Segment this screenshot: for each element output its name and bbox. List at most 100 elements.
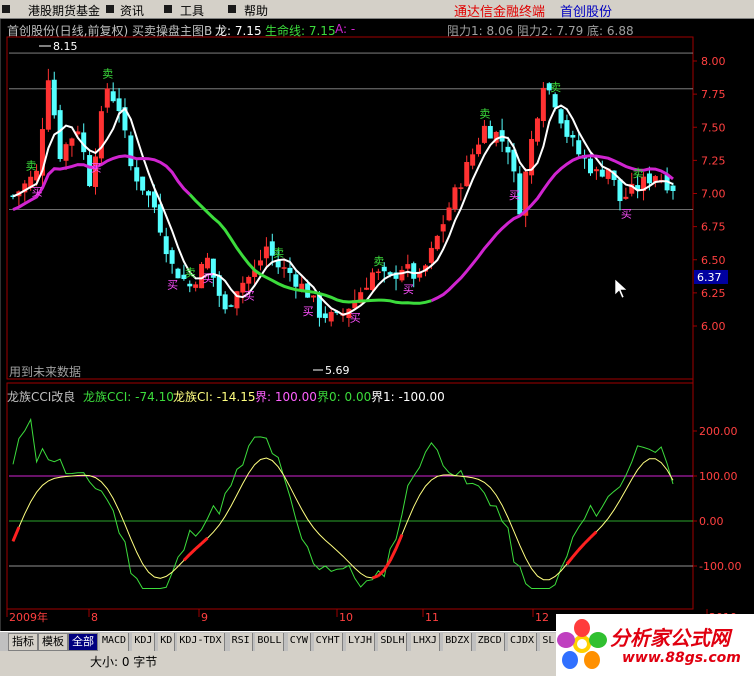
time-axis-label: 10 (339, 611, 353, 624)
sub-chart-title: 龙族CCI改良 (7, 390, 76, 404)
indicator-tab-zbcd[interactable]: ZBCD (475, 633, 505, 651)
boundary-0-value: 界0: 0.00 (317, 390, 372, 404)
candle-body (428, 247, 434, 263)
ci-rising-segment (188, 547, 197, 556)
indicator-tab-macd[interactable]: MACD (100, 633, 130, 651)
boundary-100-value: 界: 100.00 (255, 390, 317, 404)
buy-marker: 买 (350, 312, 361, 325)
ci-rising-segment (583, 536, 592, 545)
candle-body (505, 146, 511, 153)
candle-body (446, 207, 452, 221)
candle-body (163, 236, 169, 255)
candle-body (175, 268, 181, 279)
time-axis-label: 2009年 (9, 610, 48, 624)
promo-text: 通达信金融终端 (454, 5, 546, 20)
candle-body (140, 176, 146, 191)
ci-rising-segment (577, 542, 586, 551)
sell-marker: 卖 (550, 81, 561, 94)
candle-body (204, 257, 210, 269)
menu-item-help[interactable]: 帮助 (244, 2, 268, 19)
flower-logo-icon (557, 619, 607, 669)
tab-template[interactable]: 模板 (38, 633, 68, 651)
candle-body (69, 138, 75, 146)
indicator-tab-boll[interactable]: BOLL (255, 633, 285, 651)
kline-chart-svg[interactable]: 8.00 7.75 7.50 7.25 7.00 6.75 6.50 6.25 6.00 6.37… (1, 19, 754, 631)
buy-marker: 买 (621, 208, 632, 221)
price-tick-label: 6.25 (701, 287, 726, 300)
candle-body (534, 118, 540, 142)
candle-body (599, 169, 605, 177)
menu-item-futures[interactable]: 港股期货基金 (28, 2, 100, 19)
buy-marker: 买 (244, 289, 255, 302)
buy-marker: 买 (509, 189, 520, 202)
sell-marker: 卖 (185, 266, 196, 279)
candle-body (246, 276, 252, 284)
sub-panel-border (6, 382, 694, 610)
price-tick-label: 6.00 (701, 320, 726, 333)
candle-body (287, 267, 293, 273)
candle-body (570, 135, 576, 138)
candle-body (187, 283, 193, 287)
buy-marker: 买 (303, 305, 314, 318)
candle-body (228, 305, 234, 307)
candle-body (588, 158, 593, 174)
candle-body (51, 79, 57, 116)
indicator-tab-kd[interactable]: KD (158, 633, 176, 651)
candle-body (63, 144, 69, 161)
candle-body (116, 98, 122, 112)
mouse-cursor-icon (614, 278, 628, 299)
indicator-tab-cjdx[interactable]: CJDX (508, 633, 538, 651)
logo-name: 分析家公式网 (610, 626, 730, 650)
candle-body (458, 187, 464, 189)
candle-body (293, 274, 299, 287)
candle-body (169, 250, 175, 264)
cci-tick-label: 200.00 (699, 425, 738, 438)
candle-body (593, 169, 599, 172)
candle-body (440, 224, 446, 232)
indicator-tab-cyht[interactable]: CYHT (313, 633, 343, 651)
indicator-tab-kdj[interactable]: KDJ (132, 633, 156, 651)
candle-body (258, 260, 263, 266)
indicator-tab-sdlh[interactable]: SDLH (378, 633, 408, 651)
indicator-tab-kdj-tdx[interactable]: KDJ-TDX (177, 633, 225, 651)
indicator-tab-rsi[interactable]: RSI (229, 633, 253, 651)
logo-url: www.88gs.com (622, 650, 741, 666)
indicator-tab-bdzx[interactable]: BDZX (443, 633, 473, 651)
candle-body (311, 295, 317, 298)
current-price-label: 6.37 (697, 271, 722, 284)
candle-body (646, 173, 652, 184)
chart-frame[interactable]: 8.00 7.75 7.50 7.25 7.00 6.75 6.50 6.25 6.00 6.37… (0, 19, 754, 631)
candle-body (558, 109, 564, 124)
candle-body (157, 204, 163, 233)
resistance-values: 阻力1: 8.06 阻力2: 7.79 底: 6.88 (447, 24, 634, 38)
tab-all[interactable]: 全部 (68, 633, 98, 651)
candle-body (481, 125, 487, 143)
ci-value: 龙族CI: -14.15 (173, 390, 256, 404)
site-logo: 分析家公式网 www.88gs.com (556, 614, 754, 676)
ci-rising-segment (571, 548, 580, 558)
menu-item-news[interactable]: 资讯 (120, 2, 144, 19)
low-price-label: 5.69 (325, 364, 350, 377)
buy-marker: 买 (403, 283, 414, 296)
candle-body (375, 271, 381, 274)
indicator-tab-lhxj[interactable]: LHXJ (410, 633, 440, 651)
lifeline-value: 生命线: 7.15 (265, 24, 336, 38)
candle-body (405, 264, 411, 269)
high-price-label: 8.15 (53, 40, 78, 53)
indicator-tab-sl[interactable]: SL (540, 633, 558, 651)
boundary-neg100-value: 界1: -100.00 (371, 390, 445, 404)
menu-bar: 港股期货基金 资讯 工具 帮助 通达信金融终端 首创股份 (0, 0, 754, 20)
tab-indicator[interactable]: 指标 (8, 633, 38, 651)
buy-marker: 买 (91, 161, 102, 174)
future-data-label: 用到未来数据 (9, 365, 82, 379)
indicator-tab-cyw[interactable]: CYW (287, 633, 311, 651)
candle-body (364, 287, 370, 290)
candle-body (222, 294, 228, 310)
indicator-tab-lyjh[interactable]: LYJH (346, 633, 376, 651)
stock-name-title: 首创股份 (560, 5, 613, 20)
time-axis-label: 11 (425, 611, 439, 624)
menu-item-tools[interactable]: 工具 (180, 2, 204, 19)
buy-marker: 买 (202, 272, 213, 285)
candle-body (564, 120, 570, 137)
candle-body (470, 154, 476, 166)
